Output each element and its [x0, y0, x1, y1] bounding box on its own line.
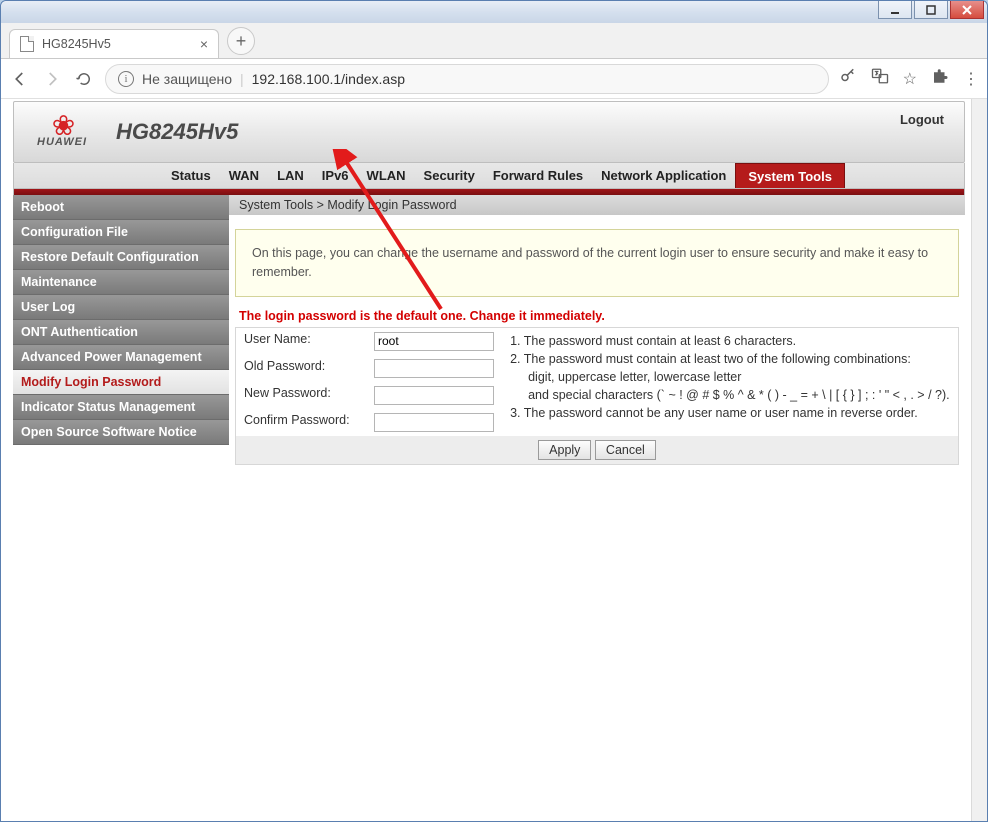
sidebar-item-configuration-file[interactable]: Configuration File	[13, 220, 229, 245]
username-field[interactable]	[374, 332, 494, 351]
username-label: User Name:	[236, 328, 366, 355]
translate-icon[interactable]	[871, 67, 889, 90]
router-main-nav: StatusWANLANIPv6WLANSecurityForward Rule…	[13, 163, 965, 189]
apply-button[interactable]: Apply	[538, 440, 591, 460]
nav-reload-button[interactable]	[73, 68, 95, 90]
nav-item-status[interactable]: Status	[162, 163, 220, 188]
password-rules: 1. The password must contain at least 6 …	[502, 328, 958, 436]
old-password-label: Old Password:	[236, 355, 366, 382]
new-password-label: New Password:	[236, 382, 366, 409]
brand-label: HUAWEI	[26, 136, 98, 148]
info-box: On this page, you can change the usernam…	[235, 229, 959, 297]
vertical-scrollbar[interactable]	[971, 99, 987, 821]
browser-tabstrip: HG8245Hv5 × +	[1, 23, 987, 59]
star-icon[interactable]: ☆	[903, 69, 917, 89]
browser-toolbar: i Не защищено | 192.168.100.1/index.asp …	[1, 59, 987, 99]
password-form: User Name: 1. The password must contain …	[235, 327, 959, 465]
new-tab-button[interactable]: +	[227, 27, 255, 55]
sidebar-item-reboot[interactable]: Reboot	[13, 195, 229, 220]
sidebar-item-maintenance[interactable]: Maintenance	[13, 270, 229, 295]
nav-item-wlan[interactable]: WLAN	[358, 163, 415, 188]
window-titlebar	[1, 1, 987, 23]
browser-tab[interactable]: HG8245Hv5 ×	[9, 29, 219, 58]
browser-window: HG8245Hv5 × + i Не защищено | 192.168.10…	[0, 0, 988, 822]
confirm-password-field[interactable]	[374, 413, 494, 432]
insecure-label: Не защищено	[142, 71, 232, 87]
model-title: HG8245Hv5	[116, 119, 882, 145]
address-url: 192.168.100.1/index.asp	[252, 71, 405, 87]
new-password-field[interactable]	[374, 386, 494, 405]
key-icon[interactable]	[839, 67, 857, 90]
nav-forward-button[interactable]	[41, 68, 63, 90]
router-sidebar: RebootConfiguration FileRestore Default …	[13, 195, 229, 815]
nav-item-system-tools[interactable]: System Tools	[735, 163, 845, 188]
nav-item-wan[interactable]: WAN	[220, 163, 268, 188]
sidebar-item-ont-authentication[interactable]: ONT Authentication	[13, 320, 229, 345]
huawei-logo: ❀ HUAWEI	[26, 116, 98, 148]
nav-item-ipv6[interactable]: IPv6	[313, 163, 358, 188]
router-header: ❀ HUAWEI HG8245Hv5 Logout	[13, 101, 965, 163]
breadcrumb: System Tools > Modify Login Password	[229, 195, 965, 215]
nav-item-network-application[interactable]: Network Application	[592, 163, 735, 188]
sidebar-item-modify-login-password[interactable]: Modify Login Password	[13, 370, 229, 395]
address-bar[interactable]: i Не защищено | 192.168.100.1/index.asp	[105, 64, 829, 94]
page-viewport: ❀ HUAWEI HG8245Hv5 Logout StatusWANLANIP…	[1, 99, 987, 821]
confirm-password-label: Confirm Password:	[236, 409, 366, 436]
page-icon	[20, 36, 34, 52]
cancel-button[interactable]: Cancel	[595, 440, 656, 460]
nav-item-security[interactable]: Security	[415, 163, 484, 188]
router-main: System Tools > Modify Login Password On …	[229, 195, 965, 815]
logout-link[interactable]: Logout	[900, 112, 952, 127]
old-password-field[interactable]	[374, 359, 494, 378]
nav-item-forward-rules[interactable]: Forward Rules	[484, 163, 592, 188]
sidebar-item-restore-default-configuration[interactable]: Restore Default Configuration	[13, 245, 229, 270]
window-minimize-button[interactable]	[878, 1, 912, 19]
router-admin-page: ❀ HUAWEI HG8245Hv5 Logout StatusWANLANIP…	[13, 101, 965, 815]
browser-menu-icon[interactable]: ⋮	[963, 69, 979, 89]
password-warning: The login password is the default one. C…	[239, 309, 959, 323]
sidebar-item-indicator-status-management[interactable]: Indicator Status Management	[13, 395, 229, 420]
nav-back-button[interactable]	[9, 68, 31, 90]
tab-close-icon[interactable]: ×	[200, 36, 208, 52]
window-close-button[interactable]	[950, 1, 984, 19]
window-maximize-button[interactable]	[914, 1, 948, 19]
extension-icon[interactable]	[931, 67, 949, 90]
sidebar-item-user-log[interactable]: User Log	[13, 295, 229, 320]
sidebar-item-open-source-software-notice[interactable]: Open Source Software Notice	[13, 420, 229, 445]
sidebar-item-advanced-power-management[interactable]: Advanced Power Management	[13, 345, 229, 370]
nav-item-lan[interactable]: LAN	[268, 163, 313, 188]
insecure-info-icon[interactable]: i	[118, 71, 134, 87]
tab-title: HG8245Hv5	[42, 37, 111, 51]
